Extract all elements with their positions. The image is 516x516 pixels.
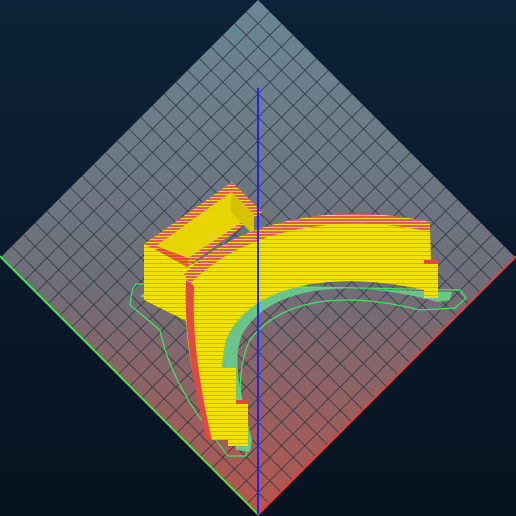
arc-column-mid bbox=[218, 368, 236, 438]
scene-canvas[interactable] bbox=[0, 0, 516, 516]
arc-end-tab-right-top bbox=[424, 260, 438, 264]
arc-end-tab-right bbox=[424, 260, 438, 298]
3d-preview-viewport[interactable] bbox=[0, 0, 516, 516]
